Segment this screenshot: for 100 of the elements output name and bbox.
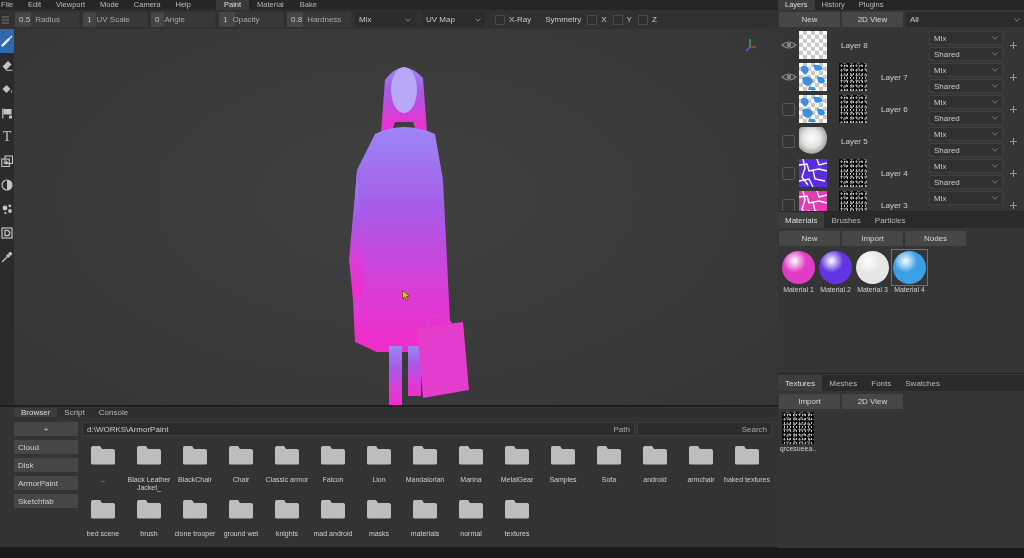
tab[interactable]: Brushes	[824, 212, 868, 228]
plus-icon[interactable]	[1010, 41, 1017, 49]
dropdown[interactable]: Mix	[929, 191, 1003, 205]
dropdown[interactable]: Mix	[929, 63, 1003, 77]
mask-thumbnail[interactable]	[839, 63, 867, 91]
value-slider[interactable]: 1 Opacity	[219, 12, 283, 27]
folder-icon[interactable]	[458, 499, 484, 519]
folder-icon[interactable]	[228, 499, 254, 519]
tab[interactable]: Swatches	[898, 375, 947, 391]
folder-icon[interactable]	[320, 499, 346, 519]
checkbox[interactable]	[495, 14, 505, 25]
folder-icon[interactable]	[596, 445, 622, 465]
folder-icon[interactable]	[366, 445, 392, 465]
folder-icon[interactable]	[182, 445, 208, 465]
folder-icon[interactable]	[228, 445, 254, 465]
tab[interactable]: Script	[57, 408, 92, 417]
checkbox-label[interactable]: X-Ray	[509, 15, 532, 24]
plus-icon[interactable]	[1010, 137, 1017, 145]
folder-icon[interactable]	[550, 445, 576, 465]
button[interactable]: Nodes	[905, 231, 966, 246]
dropdown[interactable]: Mix	[929, 31, 1003, 45]
layer-thumbnail[interactable]	[799, 63, 827, 91]
folder-icon[interactable]	[320, 445, 346, 465]
tab[interactable]: Textures	[778, 375, 823, 391]
checkbox[interactable]	[637, 14, 648, 25]
tab[interactable]: Console	[91, 408, 136, 417]
value-slider[interactable]: 0 Angle	[151, 12, 215, 27]
layer-thumbnail[interactable]	[799, 191, 827, 211]
source-button[interactable]: +	[14, 422, 78, 436]
checkbox[interactable]	[587, 14, 598, 25]
tab[interactable]: Meshes	[822, 375, 865, 391]
tab[interactable]: Browser	[14, 408, 58, 417]
folder-icon[interactable]	[136, 499, 162, 519]
folder-icon[interactable]	[182, 499, 208, 519]
layer-thumbnail[interactable]	[799, 95, 827, 123]
folder-icon[interactable]	[504, 499, 530, 519]
folder-icon[interactable]	[412, 499, 438, 519]
mask-thumbnail[interactable]	[839, 95, 867, 123]
checkbox-label[interactable]: X	[601, 15, 607, 24]
dropdown[interactable]: Shared	[929, 47, 1003, 61]
visibility-checkbox[interactable]	[782, 102, 795, 116]
mask-thumbnail[interactable]	[839, 159, 867, 187]
dropdown[interactable]: All	[906, 12, 1024, 27]
plus-icon[interactable]	[1010, 73, 1017, 81]
dropdown[interactable]: Shared	[929, 79, 1003, 93]
folder-icon[interactable]	[90, 445, 116, 465]
layer-thumbnail[interactable]	[799, 127, 827, 155]
search-field[interactable]: Search	[637, 422, 772, 436]
dropdown[interactable]: Mix	[355, 12, 415, 27]
layer-thumbnail[interactable]	[799, 159, 827, 187]
path-field[interactable]: d:\WORKS\ArmorPaint Path	[82, 422, 635, 436]
layer-name[interactable]: Layer 6	[881, 104, 908, 114]
checkbox-label[interactable]: Z	[651, 15, 657, 24]
dropdown[interactable]: Shared	[929, 143, 1003, 157]
checkbox-label[interactable]: Y	[626, 15, 632, 24]
visibility-checkbox[interactable]	[782, 134, 795, 148]
layer-name[interactable]: Layer 5	[841, 136, 868, 146]
value-slider[interactable]: 0.5 Radius	[15, 12, 79, 27]
plus-icon[interactable]	[1010, 169, 1017, 177]
tool-button[interactable]	[0, 29, 14, 53]
folder-icon[interactable]	[504, 445, 530, 465]
layer-name[interactable]: Layer 3	[881, 200, 908, 210]
layer-name[interactable]: Layer 8	[841, 40, 868, 50]
checkbox[interactable]	[612, 14, 623, 25]
dropdown[interactable]: Mix	[929, 127, 1003, 141]
folder-icon[interactable]	[90, 499, 116, 519]
button[interactable]: 2D View	[842, 12, 903, 27]
dropdown[interactable]: UV Map	[422, 12, 485, 27]
plus-icon[interactable]	[1010, 201, 1017, 209]
tab[interactable]: Materials	[778, 212, 825, 228]
folder-icon[interactable]	[734, 445, 760, 465]
folder-icon[interactable]	[458, 445, 484, 465]
source-button[interactable]: Cloud	[14, 440, 78, 454]
dropdown[interactable]: Shared	[929, 111, 1003, 125]
eye-icon[interactable]	[780, 40, 797, 50]
eye-icon[interactable]	[780, 72, 797, 82]
source-button[interactable]: Sketchfab	[14, 494, 78, 508]
plus-icon[interactable]	[1010, 105, 1017, 113]
button[interactable]: Import	[779, 394, 840, 409]
value-slider[interactable]: 1 UV Scale	[83, 12, 147, 27]
folder-icon[interactable]	[136, 445, 162, 465]
layer-thumbnail[interactable]	[799, 31, 827, 59]
folder-icon[interactable]	[412, 445, 438, 465]
folder-icon[interactable]	[642, 445, 668, 465]
button[interactable]: 2D View	[842, 394, 903, 409]
layer-name[interactable]: Layer 4	[881, 168, 908, 178]
source-button[interactable]: ArmorPaint	[14, 476, 78, 490]
button[interactable]: Import	[842, 231, 903, 246]
tool-button[interactable]: T	[0, 125, 14, 149]
dropdown[interactable]: Mix	[929, 159, 1003, 173]
visibility-checkbox[interactable]	[782, 198, 795, 211]
tab[interactable]: Fonts	[864, 375, 899, 391]
source-button[interactable]: Disk	[14, 458, 78, 472]
mask-thumbnail[interactable]	[839, 191, 867, 211]
button[interactable]: New	[779, 12, 840, 27]
layer-name[interactable]: Layer 7	[881, 72, 908, 82]
folder-icon[interactable]	[274, 445, 300, 465]
value-slider[interactable]: 0.8 Hardness	[287, 12, 351, 27]
dropdown[interactable]: Shared	[929, 175, 1003, 189]
tab[interactable]: Particles	[867, 212, 913, 228]
